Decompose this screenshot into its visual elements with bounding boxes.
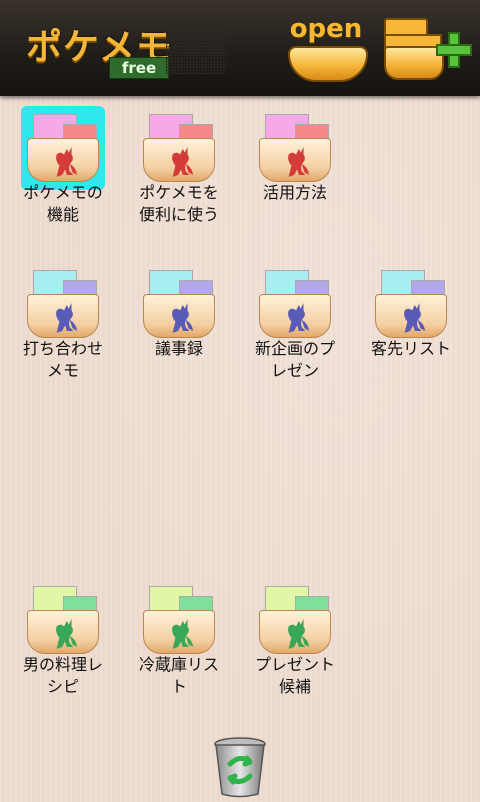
folder-icon: [143, 268, 215, 340]
open-button[interactable]: open: [284, 14, 368, 82]
folder-label: 新企画のプ レゼン: [254, 339, 335, 380]
folder-label: 客先リスト: [370, 339, 451, 358]
folder-item[interactable]: 新企画のプ レゼン: [242, 260, 348, 380]
folder-icon: [259, 584, 331, 656]
folder-label: ポケメモの 機能: [23, 183, 103, 224]
plus-icon: [436, 32, 472, 68]
folder-label: 冷蔵庫リス ト: [138, 655, 219, 696]
kangaroo-icon: [172, 619, 194, 649]
folder-label: 男の料理レ シピ: [22, 655, 103, 696]
app-header: ポケメモ free open: [0, 0, 480, 96]
kangaroo-icon: [288, 303, 310, 333]
folder-item[interactable]: 活用方法: [242, 104, 348, 220]
folder-icon: [27, 268, 99, 340]
open-folder-icon: [288, 46, 368, 82]
edition-badge: free: [109, 57, 169, 79]
folder-label: プレゼント 候補: [254, 655, 335, 696]
kangaroo-icon: [404, 303, 426, 333]
folder-item[interactable]: 男の料理レ シピ: [10, 576, 116, 696]
logo-pattern: [166, 28, 226, 74]
kangaroo-icon: [172, 303, 194, 333]
kangaroo-icon: [56, 303, 78, 333]
folder-icon: [21, 106, 105, 190]
folder-icon: [143, 112, 215, 184]
folder-icon: [259, 112, 331, 184]
folder-icon: [259, 268, 331, 340]
folder-item[interactable]: ポケメモの 機能: [10, 104, 116, 224]
kangaroo-icon: [172, 147, 194, 177]
folder-label: 議事録: [154, 339, 203, 358]
new-folder-icon: [384, 46, 444, 80]
kangaroo-icon: [288, 619, 310, 649]
open-label: open: [289, 14, 363, 44]
folder-item[interactable]: ポケメモを 便利に使う: [126, 104, 232, 224]
new-folder-button[interactable]: [382, 14, 474, 82]
folder-item[interactable]: 打ち合わせ メモ: [10, 260, 116, 380]
recycle-bin-icon[interactable]: [212, 736, 268, 798]
folder-item[interactable]: 議事録: [126, 260, 232, 376]
folder-icon: [143, 584, 215, 656]
kangaroo-icon: [288, 147, 310, 177]
folder-label: 活用方法: [262, 183, 327, 202]
folder-item[interactable]: 客先リスト: [358, 260, 464, 376]
folder-label: 打ち合わせ メモ: [22, 339, 103, 380]
kangaroo-icon: [56, 147, 78, 177]
folder-item[interactable]: 冷蔵庫リス ト: [126, 576, 232, 696]
folder-icon: [27, 584, 99, 656]
folder-icon: [375, 268, 447, 340]
kangaroo-icon: [56, 619, 78, 649]
folder-item[interactable]: プレゼント 候補: [242, 576, 348, 696]
folder-label: ポケメモを 便利に使う: [138, 183, 219, 224]
